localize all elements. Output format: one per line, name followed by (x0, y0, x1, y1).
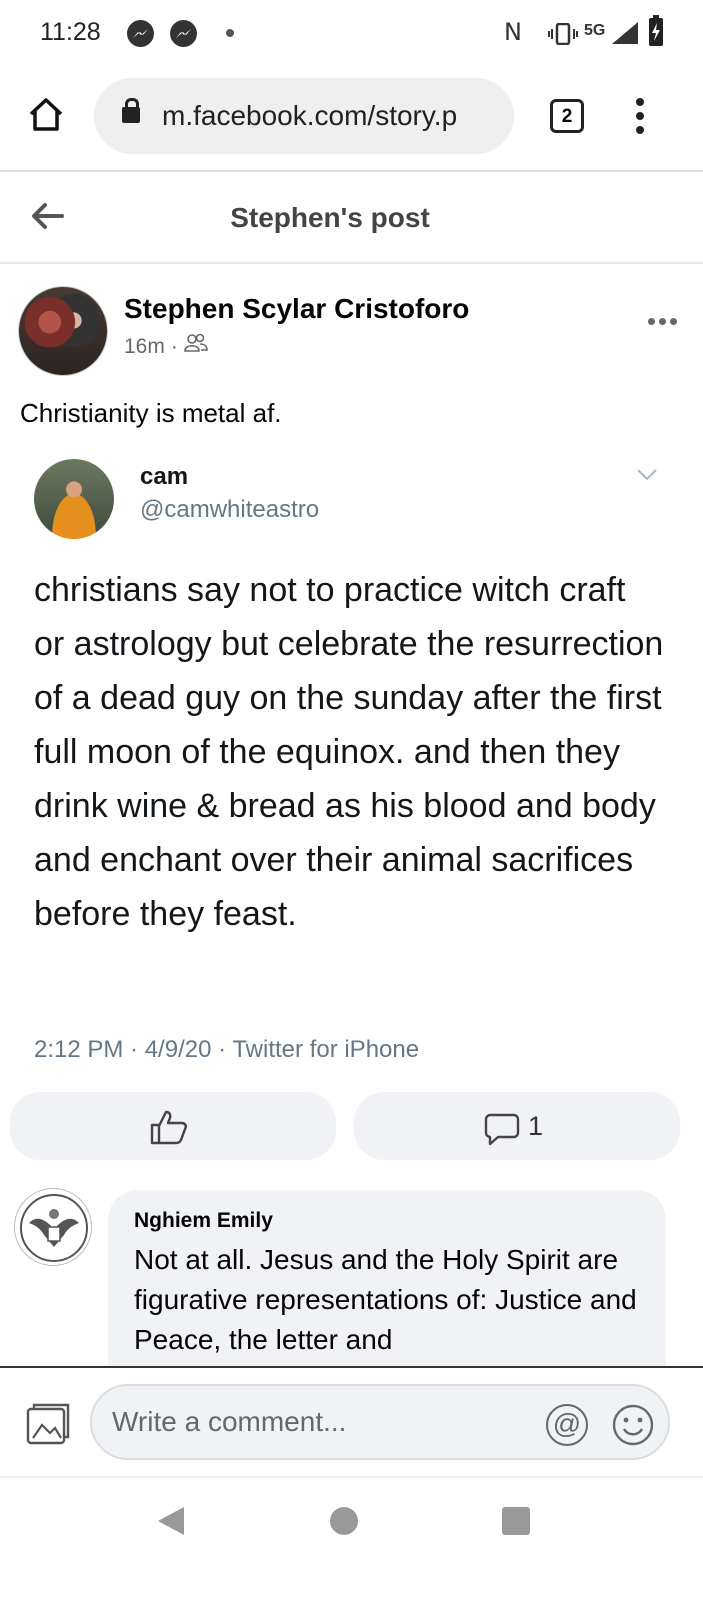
tweet-meta: 2:12 PM · 4/9/20 · Twitter for iPhone (34, 1036, 420, 1063)
url-text[interactable]: m.facebook.com/story.p (162, 100, 507, 132)
commenter-avatar[interactable] (14, 1188, 92, 1266)
tweet-avatar (34, 459, 114, 539)
post-header: Stephen's post (0, 172, 703, 264)
comment-bubble: Nghiem Emily Not at all. Jesus and the H… (108, 1190, 666, 1390)
post-text: Christianity is metal af. (20, 398, 282, 428)
status-time: 11:28 (40, 18, 101, 46)
seal-icon (20, 1194, 88, 1262)
mention-icon[interactable]: @ (546, 1404, 588, 1446)
messenger-icon (170, 20, 197, 47)
lock-icon (122, 98, 140, 123)
tweet-handle: @camwhiteastro (140, 496, 320, 523)
nav-recents-icon[interactable] (502, 1507, 530, 1535)
browser-menu-icon[interactable] (636, 98, 644, 140)
nav-back-icon[interactable] (156, 1505, 186, 1537)
author-avatar[interactable] (18, 286, 108, 376)
photo-icon[interactable] (26, 1403, 70, 1445)
like-button[interactable] (10, 1092, 336, 1160)
friends-icon (184, 333, 208, 352)
separator: · (170, 335, 178, 358)
vibrate-icon (548, 23, 578, 45)
browser-toolbar: m.facebook.com/story.p 2 (0, 64, 703, 172)
thumbs-up-icon (150, 1110, 187, 1145)
nav-home-icon[interactable] (330, 1507, 358, 1535)
page-title: Stephen's post (230, 202, 430, 233)
nfc-icon: N (504, 18, 522, 46)
author-name[interactable]: Stephen Scylar Cristoforo (124, 293, 469, 325)
network-type: 5G (584, 22, 606, 39)
comment-placeholder: Write a comment... (112, 1406, 347, 1437)
address-bar[interactable]: m.facebook.com/story.p (94, 78, 514, 154)
chevron-down-icon (637, 469, 657, 481)
tab-switcher-button[interactable]: 2 (550, 99, 584, 133)
battery-charging-icon (649, 15, 663, 46)
tweet-name: cam (140, 463, 189, 490)
tweet-text: christians say not to practice witch cra… (34, 571, 664, 933)
notification-dot-icon (226, 29, 234, 37)
more-options-icon[interactable] (648, 312, 681, 330)
post-meta: 16m · (124, 333, 208, 359)
signal-icon (612, 22, 638, 44)
status-bar: 11:28 N 5G (0, 0, 703, 64)
comment-text: Not at all. Jesus and the Holy Spirit ar… (134, 1244, 637, 1355)
comment-count: 1 (528, 1111, 544, 1141)
comment-input[interactable]: Write a comment... @ (90, 1384, 670, 1460)
post-time[interactable]: 16m (124, 335, 165, 358)
commenter-name[interactable]: Nghiem Emily (134, 1209, 273, 1233)
comment-button[interactable]: 1 (354, 1092, 680, 1160)
emoji-icon[interactable] (612, 1404, 654, 1446)
comment-icon (484, 1113, 520, 1146)
divider (0, 1476, 703, 1478)
home-icon[interactable] (28, 97, 64, 131)
messenger-icon (127, 20, 154, 47)
